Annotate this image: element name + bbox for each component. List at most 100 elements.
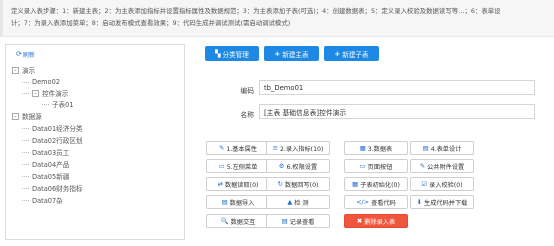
input-validation-button[interactable]: ☑ 录入校验(0) [410,177,474,191]
folder-icon: ▚ [215,49,221,58]
tree-node-data05[interactable]: Data05新疆 [22,171,69,181]
data-table-label: 3.数据表 [367,145,393,153]
form-design-label: 4.表单设计 [430,145,462,153]
tree-node-label: Data07杂 [32,197,63,205]
tree-node-data07[interactable]: Data07杂 [22,195,63,205]
tree-node-data01[interactable]: Data01经济分类 [22,123,83,133]
record-icon: ▤ [281,217,288,225]
check-button[interactable]: ▲ 检 测 [266,195,330,209]
tree-node-demo02[interactable]: Demo02 [22,77,60,87]
name-input[interactable]: [主表 基础信息表]控件演示 [259,104,535,119]
page-icon: ▭ [359,162,366,170]
grid-icon: ▦ [352,180,359,188]
instructions-line-2: 计；7：为录入表添加菜单；8：启动发布模式查看效果；9：代码生成并调试测试(需启… [11,19,291,27]
tree-connector-icon [22,137,29,144]
page-buttons-button[interactable]: ▭ 页面按钮 [344,159,408,173]
tree-node-data04[interactable]: Data04产品 [22,159,69,169]
checkbox-icon: ☑ [421,180,428,188]
data-table-button[interactable]: ▦ 3.数据表 [344,141,408,155]
instructions-line-1: 定义录入表步骤：1：新建主表；2：为主表添加指标并设置指标属性及数据规范；3：为… [11,7,501,15]
attachment-icon: ✎ [419,162,426,170]
warning-icon: ▲ [287,198,293,206]
refresh-label: 刷新 [22,52,35,59]
gear-icon: ⚙ [278,162,285,170]
data-import-button[interactable]: ▤ 数据导入 [206,195,270,209]
data-writeback-label: 数据回写(0) [284,181,319,189]
download-icon: ⬇ [416,198,423,206]
import-icon: ▤ [221,198,228,206]
code-input[interactable]: tb_Demo01 [259,80,535,95]
tree-connector-icon [22,197,29,204]
input-indicators-button[interactable]: ≡ 2.录入指标(10) [266,141,330,155]
list-icon: ≡ [272,144,278,152]
form-design-button[interactable]: ▤ 4.表单设计 [410,141,474,155]
collapse-icon[interactable]: - [32,89,39,97]
new-main-table-label: 新建主表 [282,50,309,59]
public-attachment-button[interactable]: ✎ 公共附件设置 [410,159,474,173]
subtable-init-label: 子表初始化(0) [360,181,400,189]
record-view-button[interactable]: ▤ 记录查看 [266,214,330,228]
delete-input-table-button[interactable]: ✖ 删除录入表 [344,214,408,228]
edit-icon: ✎ [218,144,225,152]
tree-node-label: Data01经济分类 [32,125,83,133]
basic-properties-button[interactable]: ✎ 1.基本属性 [206,141,270,155]
input-validation-label: 录入校验(0) [429,181,463,189]
tree-node-label: Data05新疆 [32,173,70,181]
tree-node-label: Demo02 [32,78,60,86]
plus-icon: + [274,49,281,58]
tree-node-subtable01[interactable]: 子表01 [42,99,74,109]
record-view-label: 记录查看 [289,218,315,226]
new-main-table-button[interactable]: + 新建主表 [264,46,319,61]
data-read-button[interactable]: ⇄ 数据读取(0) [206,177,270,191]
tree-connector-icon [22,173,29,180]
collapse-icon[interactable]: - [12,66,19,74]
data-writeback-button[interactable]: ↻ 数据回写(0) [266,177,330,191]
delete-icon: ✖ [356,217,363,225]
tree-node-label: Data03员工 [32,149,70,157]
left-menu-label: 5.左侧菜单 [226,163,258,171]
tree-connector-icon [22,149,29,156]
check-label: 检 测 [294,199,309,207]
tree-node-label: 演示 [22,67,36,75]
generate-code-download-label: 生成代码并下载 [424,199,468,207]
category-management-button[interactable]: ▚ 分类管理 [205,46,259,61]
view-code-button[interactable]: </> 查看代码 [344,195,408,209]
category-management-label: 分类管理 [222,50,249,59]
tree-node-control-demo[interactable]: - 控件演示 [22,88,68,98]
permission-settings-button[interactable]: ⚙ 6.权限设置 [266,159,330,173]
form-icon: ▤ [422,144,429,152]
new-sub-table-label: 新建子表 [342,50,369,59]
tree-node-data03[interactable]: Data03员工 [22,147,69,157]
tree-connector-icon [22,185,29,192]
tree-node-label: Data06财务指标 [32,185,83,193]
tree-connector-icon [22,125,29,132]
plus-icon: + [334,49,341,58]
tree-node-data06[interactable]: Data06财务指标 [22,183,83,193]
code-label: 编码 [240,87,254,95]
refresh-icon: ↻ [277,180,283,188]
collapse-icon[interactable]: - [12,112,19,120]
tree-node-label: 控件演示 [42,90,69,98]
table-tree-panel: ⟳ 刷新 - 演示 Demo02 - 控件演示 子表01 - 数据源 Data0… [5,44,185,240]
tree-node-datasource[interactable]: - 数据源 [12,111,42,121]
permission-settings-label: 6.权限设置 [286,163,318,171]
search-icon: 🔍 [220,217,229,225]
page-buttons-label: 页面按钮 [367,163,393,171]
data-interaction-button[interactable]: 🔍 数据交互 [206,214,270,228]
tree-connector-icon [42,101,49,108]
tree-node-label: 数据源 [22,113,42,121]
data-read-label: 数据读取(0) [224,181,259,189]
left-menu-button[interactable]: ▭ 5.左侧菜单 [206,159,270,173]
input-indicators-label: 2.录入指标(10) [280,145,324,153]
generate-code-download-button[interactable]: ⬇ 生成代码并下载 [410,195,474,209]
new-sub-table-button[interactable]: + 新建子表 [324,46,379,61]
tree-node-data02[interactable]: Data02行政区划 [22,135,83,145]
tree-node-label: Data02行政区划 [32,137,83,145]
subtable-init-button[interactable]: ▦ 子表初始化(0) [344,177,408,191]
code-icon: </> [356,198,370,206]
tree-node-demo[interactable]: - 演示 [12,65,35,75]
refresh-button[interactable]: ⟳ 刷新 [16,50,35,60]
data-import-label: 数据导入 [229,199,255,207]
view-code-label: 查看代码 [371,199,396,207]
instructions-banner: 定义录入表步骤：1：新建主表；2：为主表添加指标并设置指标属性及数据规范；3：为… [0,0,554,37]
